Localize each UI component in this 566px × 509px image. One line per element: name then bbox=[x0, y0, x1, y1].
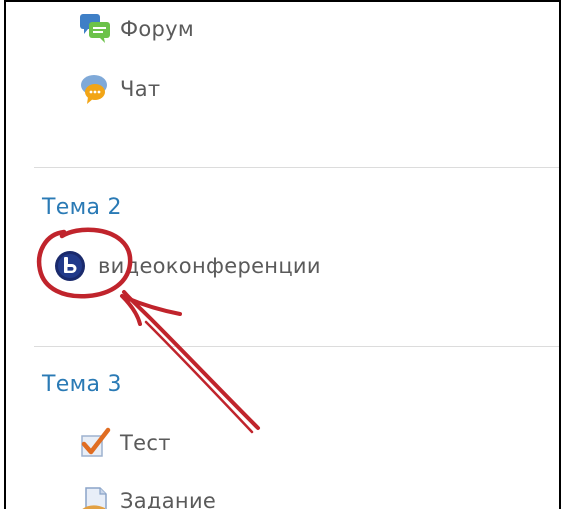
section-title-topic2[interactable]: Тема 2 bbox=[42, 195, 122, 220]
activity-label: Форум bbox=[120, 16, 195, 41]
forum-icon bbox=[78, 12, 112, 46]
section-divider bbox=[34, 167, 559, 168]
activity-label: видеоконференции bbox=[98, 253, 321, 278]
activity-label: Чат bbox=[120, 76, 161, 101]
chat-icon bbox=[78, 72, 112, 106]
activity-forum[interactable]: Форум bbox=[78, 12, 194, 46]
activity-videoconference[interactable]: видеоконференции bbox=[54, 250, 321, 282]
activity-chat[interactable]: Чат bbox=[78, 72, 160, 106]
activity-assignment[interactable]: Задание bbox=[78, 484, 216, 509]
activity-quiz[interactable]: Тест bbox=[78, 426, 171, 460]
course-content-panel: Форум Чат Тема 2 видеоконференции Тема 3… bbox=[4, 0, 561, 509]
section-divider bbox=[34, 346, 559, 347]
quiz-icon bbox=[78, 426, 112, 460]
section-title-topic3[interactable]: Тема 3 bbox=[42, 372, 122, 397]
assignment-icon bbox=[78, 484, 112, 509]
bigbluebutton-icon bbox=[54, 250, 86, 282]
activity-label: Тест bbox=[120, 430, 171, 455]
activity-label: Задание bbox=[120, 488, 217, 509]
